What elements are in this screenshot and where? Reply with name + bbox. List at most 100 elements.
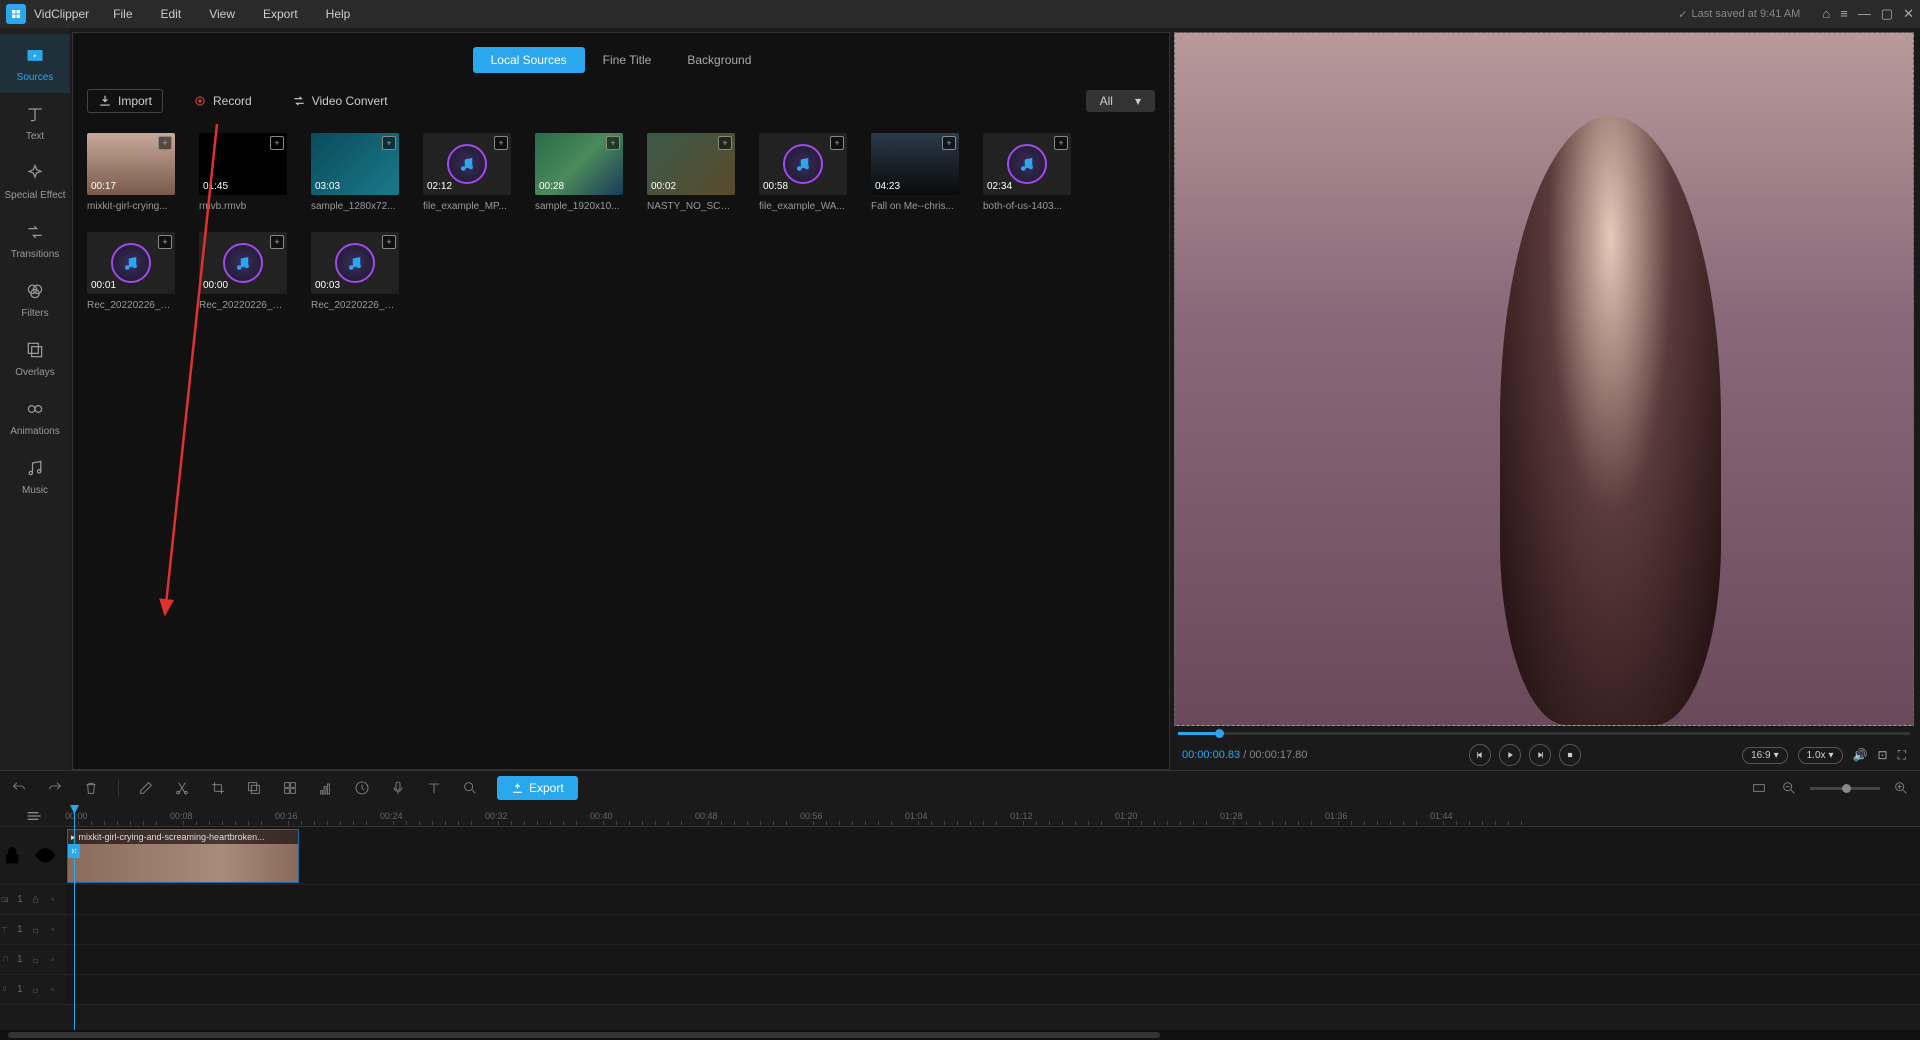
video-track[interactable]: ▸mixkit-girl-crying-and-screaming-heartb… [65,827,1920,885]
maximize-icon[interactable]: ▢ [1881,6,1893,22]
media-item[interactable]: 00:03+Rec_20220226_18... [311,232,399,311]
tab-fine-title[interactable]: Fine Title [585,47,670,73]
stop-button[interactable] [1559,744,1581,766]
tab-local-sources[interactable]: Local Sources [473,47,585,73]
add-to-timeline-button[interactable]: + [270,136,284,150]
redo-button[interactable] [46,779,64,797]
home-icon[interactable]: ⌂ [1822,6,1830,22]
media-thumbnail[interactable]: 00:01+ [87,232,175,294]
menu-icon[interactable]: ≡ [1840,6,1848,22]
preview-progress[interactable] [1174,726,1914,740]
sidebar-item-overlays[interactable]: Overlays [0,329,70,388]
zoom-button[interactable] [461,779,479,797]
edit-button[interactable] [137,779,155,797]
add-to-timeline-button[interactable]: + [382,136,396,150]
menu-file[interactable]: File [113,7,132,21]
add-to-timeline-button[interactable]: + [942,136,956,150]
add-to-timeline-button[interactable]: + [158,235,172,249]
media-item[interactable]: 03:03+sample_1280x72... [311,133,399,212]
media-item[interactable]: 00:01+Rec_20220226_18... [87,232,175,311]
mic-track[interactable] [65,975,1920,1005]
lock-icon[interactable] [31,894,40,905]
sidebar-item-sources[interactable]: Sources [0,34,70,93]
voiceover-button[interactable] [389,779,407,797]
sidebar-item-music[interactable]: Music [0,447,70,506]
video-convert-button[interactable]: Video Convert [282,90,398,112]
media-item[interactable]: 02:12+file_example_MP... [423,133,511,212]
media-item[interactable]: 02:34+both-of-us-1403... [983,133,1071,212]
sidebar-item-text[interactable]: Text [0,93,70,152]
add-to-timeline-button[interactable]: + [494,136,508,150]
freeze-button[interactable] [317,779,335,797]
next-frame-button[interactable] [1529,744,1551,766]
fit-button[interactable] [1750,779,1768,797]
tab-background[interactable]: Background [669,47,769,73]
media-thumbnail[interactable]: 00:00+ [199,232,287,294]
lock-icon[interactable] [0,843,25,868]
menu-edit[interactable]: Edit [161,7,182,21]
audio-track[interactable] [65,945,1920,975]
timeline-scrollbar[interactable] [0,1030,1920,1040]
add-to-timeline-button[interactable]: + [606,136,620,150]
media-item[interactable]: 00:17+mixkit-girl-crying... [87,133,175,212]
timeline-ruler[interactable]: 00:0000:0800:1600:2400:3200:4000:4800:56… [65,805,1920,827]
media-thumbnail[interactable]: 02:12+ [423,133,511,195]
duration-button[interactable] [353,779,371,797]
add-to-timeline-button[interactable]: + [270,235,284,249]
preview-video[interactable] [1174,32,1914,726]
media-thumbnail[interactable]: 03:03+ [311,133,399,195]
eye-icon[interactable] [48,924,57,935]
lock-icon[interactable] [31,954,40,965]
speed-selector[interactable]: 1.0x▾ [1798,747,1843,764]
media-item[interactable]: 00:02+NASTY_NO_SCOP... [647,133,735,212]
play-button[interactable] [1499,744,1521,766]
media-item[interactable]: 00:00+Rec_20220226_18... [199,232,287,311]
media-thumbnail[interactable]: 00:03+ [311,232,399,294]
copy-button[interactable] [245,779,263,797]
media-thumbnail[interactable]: 04:23+ [871,133,959,195]
add-to-timeline-button[interactable]: + [1054,136,1068,150]
menu-export[interactable]: Export [263,7,298,21]
sidebar-item-animations[interactable]: Animations [0,388,70,447]
pip-track[interactable] [65,885,1920,915]
eye-icon[interactable] [48,954,57,965]
sidebar-item-filters[interactable]: Filters [0,270,70,329]
lock-icon[interactable] [31,984,40,995]
add-to-timeline-button[interactable]: + [718,136,732,150]
media-item[interactable]: 00:58+file_example_WA... [759,133,847,212]
timeline-clip[interactable]: ▸mixkit-girl-crying-and-screaming-heartb… [67,829,299,883]
undo-button[interactable] [10,779,28,797]
mosaic-button[interactable] [281,779,299,797]
export-button[interactable]: Export [497,776,578,800]
aspect-ratio-selector[interactable]: 16:9▾ [1742,747,1788,764]
playhead[interactable] [74,805,75,1030]
filter-dropdown[interactable]: All ▾ [1086,90,1155,112]
add-to-timeline-button[interactable]: + [382,235,396,249]
text-button[interactable] [425,779,443,797]
sidebar-item-transitions[interactable]: Transitions [0,211,70,270]
media-thumbnail[interactable]: 00:02+ [647,133,735,195]
lock-icon[interactable] [31,924,40,935]
zoom-in-button[interactable] [1892,779,1910,797]
import-button[interactable]: Import [87,89,163,113]
timeline-tracks[interactable]: 00:0000:0800:1600:2400:3200:4000:4800:56… [65,805,1920,1030]
add-to-timeline-button[interactable]: + [158,136,172,150]
zoom-slider[interactable] [1810,787,1880,790]
eye-icon[interactable] [48,984,57,995]
zoom-out-button[interactable] [1780,779,1798,797]
media-item[interactable]: 01:45+rmvb.rmvb [199,133,287,212]
delete-button[interactable] [82,779,100,797]
media-thumbnail[interactable]: 01:45+ [199,133,287,195]
minimize-icon[interactable]: — [1858,6,1871,22]
media-item[interactable]: 04:23+Fall on Me--chris... [871,133,959,212]
media-item[interactable]: 00:28+sample_1920x10... [535,133,623,212]
add-to-timeline-button[interactable]: + [830,136,844,150]
fullscreen-icon[interactable]: ⛶ [1898,748,1906,763]
text-track[interactable] [65,915,1920,945]
volume-icon[interactable]: 🔊 [1853,748,1868,762]
eye-icon[interactable] [48,894,57,905]
prev-frame-button[interactable] [1469,744,1491,766]
close-icon[interactable]: ✕ [1903,6,1914,22]
crop-button[interactable] [209,779,227,797]
split-button[interactable] [173,779,191,797]
